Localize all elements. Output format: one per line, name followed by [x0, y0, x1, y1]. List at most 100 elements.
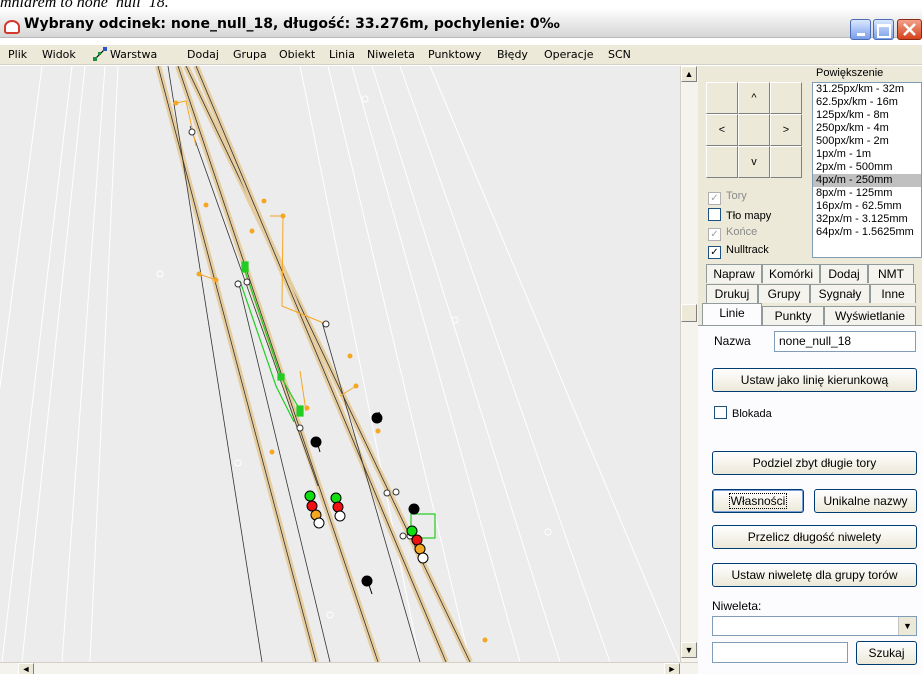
menu-scn[interactable]: SCN — [608, 48, 631, 61]
checkbox-label: Nulltrack — [726, 244, 769, 256]
checkbox-blokada[interactable]: Blokada — [714, 406, 772, 420]
zoom-list[interactable]: 31.25px/km - 32m 62.5px/km - 16m 125px/k… — [812, 82, 922, 258]
close-button[interactable] — [897, 19, 922, 40]
tab-napraw[interactable]: Napraw — [706, 264, 762, 283]
checkbox-tlo-mapy[interactable]: Tło mapy — [708, 208, 771, 222]
layer-icon — [93, 47, 107, 61]
tab-inne[interactable]: Inne — [870, 284, 916, 303]
nav-center — [738, 114, 770, 146]
checkbox-label: Tło mapy — [726, 210, 772, 222]
tab-sygnaly[interactable]: Sygnały — [810, 284, 870, 303]
nav-corner — [770, 146, 802, 178]
zoom-option[interactable]: 64px/m - 1.5625mm — [813, 226, 921, 239]
zoom-label: Powiększenie — [816, 67, 884, 79]
background-grid-lines — [0, 66, 680, 662]
set-grade-for-group-button[interactable]: Ustaw niweletę dla grupy torów — [712, 563, 917, 587]
set-direction-line-button[interactable]: Ustaw jako linię kierunkową — [712, 368, 917, 392]
zoom-option[interactable]: 500px/km - 2m — [813, 135, 921, 148]
pan-up-button[interactable]: ^ — [738, 82, 770, 114]
search-input[interactable] — [712, 642, 848, 663]
menu-bledy[interactable]: Błędy — [497, 48, 528, 61]
properties-button[interactable]: Własności — [712, 489, 804, 513]
menu-linia[interactable]: Linia — [329, 48, 355, 61]
checkbox-box: ✓ — [708, 228, 721, 241]
menu-bar: Plik Widok Warstwa Dodaj Grupa Obiekt Li… — [0, 45, 922, 65]
menu-dodaj[interactable]: Dodaj — [187, 48, 219, 61]
nav-corner — [770, 82, 802, 114]
scroll-right-button[interactable]: ► — [664, 663, 680, 674]
scroll-left-button[interactable]: ◄ — [18, 663, 34, 674]
checkbox-box: ✓ — [708, 192, 721, 205]
caption-name: none_null_18 — [77, 0, 165, 8]
scroll-down-button[interactable]: ▼ — [681, 642, 697, 658]
menu-niweleta[interactable]: Niweleta — [367, 48, 415, 61]
pan-down-button[interactable]: v — [738, 146, 770, 178]
checkbox-tory[interactable]: ✓ Tory — [708, 190, 747, 205]
tracks — [155, 66, 473, 662]
zoom-option[interactable]: 1px/m - 1m — [813, 148, 921, 161]
caption-prefix: mniarem to — [0, 0, 77, 8]
caption-suffix: . — [165, 0, 169, 8]
menu-obiekt[interactable]: Obiekt — [279, 48, 315, 61]
document-caption: mniarem to none_null_18. — [0, 0, 922, 8]
menu-plik[interactable]: Plik — [8, 48, 27, 61]
zoom-option[interactable]: 250px/km - 4m — [813, 122, 921, 135]
zoom-option[interactable]: 32px/m - 3.125mm — [813, 213, 921, 226]
tab-grupy[interactable]: Grupy — [758, 284, 810, 303]
side-panel: ^ < > v Powiększenie 31.25px/km - 32m 62… — [698, 66, 922, 674]
search-button[interactable]: Szukaj — [856, 641, 917, 665]
properties-button-label: Własności — [728, 493, 788, 509]
tab-komorki[interactable]: Komórki — [762, 264, 820, 283]
tab-nmt[interactable]: NMT — [868, 264, 914, 283]
tab-punkty[interactable]: Punkty — [762, 306, 824, 325]
name-label: Nazwa — [714, 334, 751, 348]
zoom-option[interactable]: 62.5px/km - 16m — [813, 96, 921, 109]
scroll-up-button[interactable]: ▲ — [681, 66, 697, 82]
checkbox-box — [708, 208, 721, 221]
zoom-option[interactable]: 8px/m - 125mm — [813, 187, 921, 200]
checkbox-label: Blokada — [732, 408, 772, 420]
maximize-button[interactable] — [873, 19, 894, 40]
pan-right-button[interactable]: > — [770, 114, 802, 146]
checkbox-label: Końce — [726, 226, 758, 238]
checkbox-label: Tory — [726, 190, 747, 202]
vertical-scrollbar[interactable]: ▲ ▼ — [680, 66, 698, 662]
horizontal-scrollbar[interactable]: ◄ ► — [0, 662, 698, 674]
checkbox-box: ✓ — [708, 246, 721, 259]
menu-grupa[interactable]: Grupa — [233, 48, 267, 61]
title-bar: Wybrany odcinek: none_null_18, długość: … — [0, 8, 922, 40]
scroll-thumb[interactable] — [681, 304, 697, 322]
zoom-option-selected[interactable]: 4px/m - 250mm — [813, 174, 921, 187]
grade-select[interactable]: ▼ — [712, 616, 917, 636]
tab-linie[interactable]: Linie — [702, 303, 762, 325]
minimize-button[interactable] — [850, 19, 871, 40]
checkbox-nulltrack[interactable]: ✓ Nulltrack — [708, 244, 769, 259]
pan-left-button[interactable]: < — [706, 114, 738, 146]
menu-operacje[interactable]: Operacje — [544, 48, 594, 61]
menu-widok[interactable]: Widok — [42, 48, 76, 61]
window-title: Wybrany odcinek: none_null_18, długość: … — [24, 16, 560, 32]
chevron-down-icon[interactable]: ▼ — [898, 617, 916, 635]
recalculate-grade-length-button[interactable]: Przelicz długość niwelety — [712, 525, 917, 549]
menu-warstwa[interactable]: Warstwa — [110, 48, 157, 61]
zoom-option[interactable]: 16px/m - 62.5mm — [813, 200, 921, 213]
zoom-option[interactable]: 125px/km - 8m — [813, 109, 921, 122]
menu-punktowy[interactable]: Punktowy — [428, 48, 481, 61]
tab-drukuj[interactable]: Drukuj — [706, 284, 758, 303]
nav-corner — [706, 82, 738, 114]
checkbox-konce[interactable]: ✓ Końce — [708, 226, 757, 241]
linie-tab-body: Nazwa none_null_18 Ustaw jako linię kier… — [698, 325, 922, 674]
track-map — [0, 66, 680, 662]
tab-wyswietlanie[interactable]: Wyświetlanie — [824, 306, 916, 325]
close-icon — [903, 23, 916, 36]
app-icon — [4, 20, 20, 34]
unique-names-button[interactable]: Unikalne nazwy — [814, 489, 917, 513]
checkbox-box — [714, 406, 727, 419]
map-canvas[interactable] — [0, 66, 680, 662]
zoom-option[interactable]: 31.25px/km - 32m — [813, 83, 921, 96]
zoom-option[interactable]: 2px/m - 500mm — [813, 161, 921, 174]
name-input[interactable]: none_null_18 — [774, 331, 916, 352]
split-long-tracks-button[interactable]: Podziel zbyt długie tory — [712, 451, 917, 475]
nav-corner — [706, 146, 738, 178]
tab-dodaj[interactable]: Dodaj — [820, 264, 868, 283]
